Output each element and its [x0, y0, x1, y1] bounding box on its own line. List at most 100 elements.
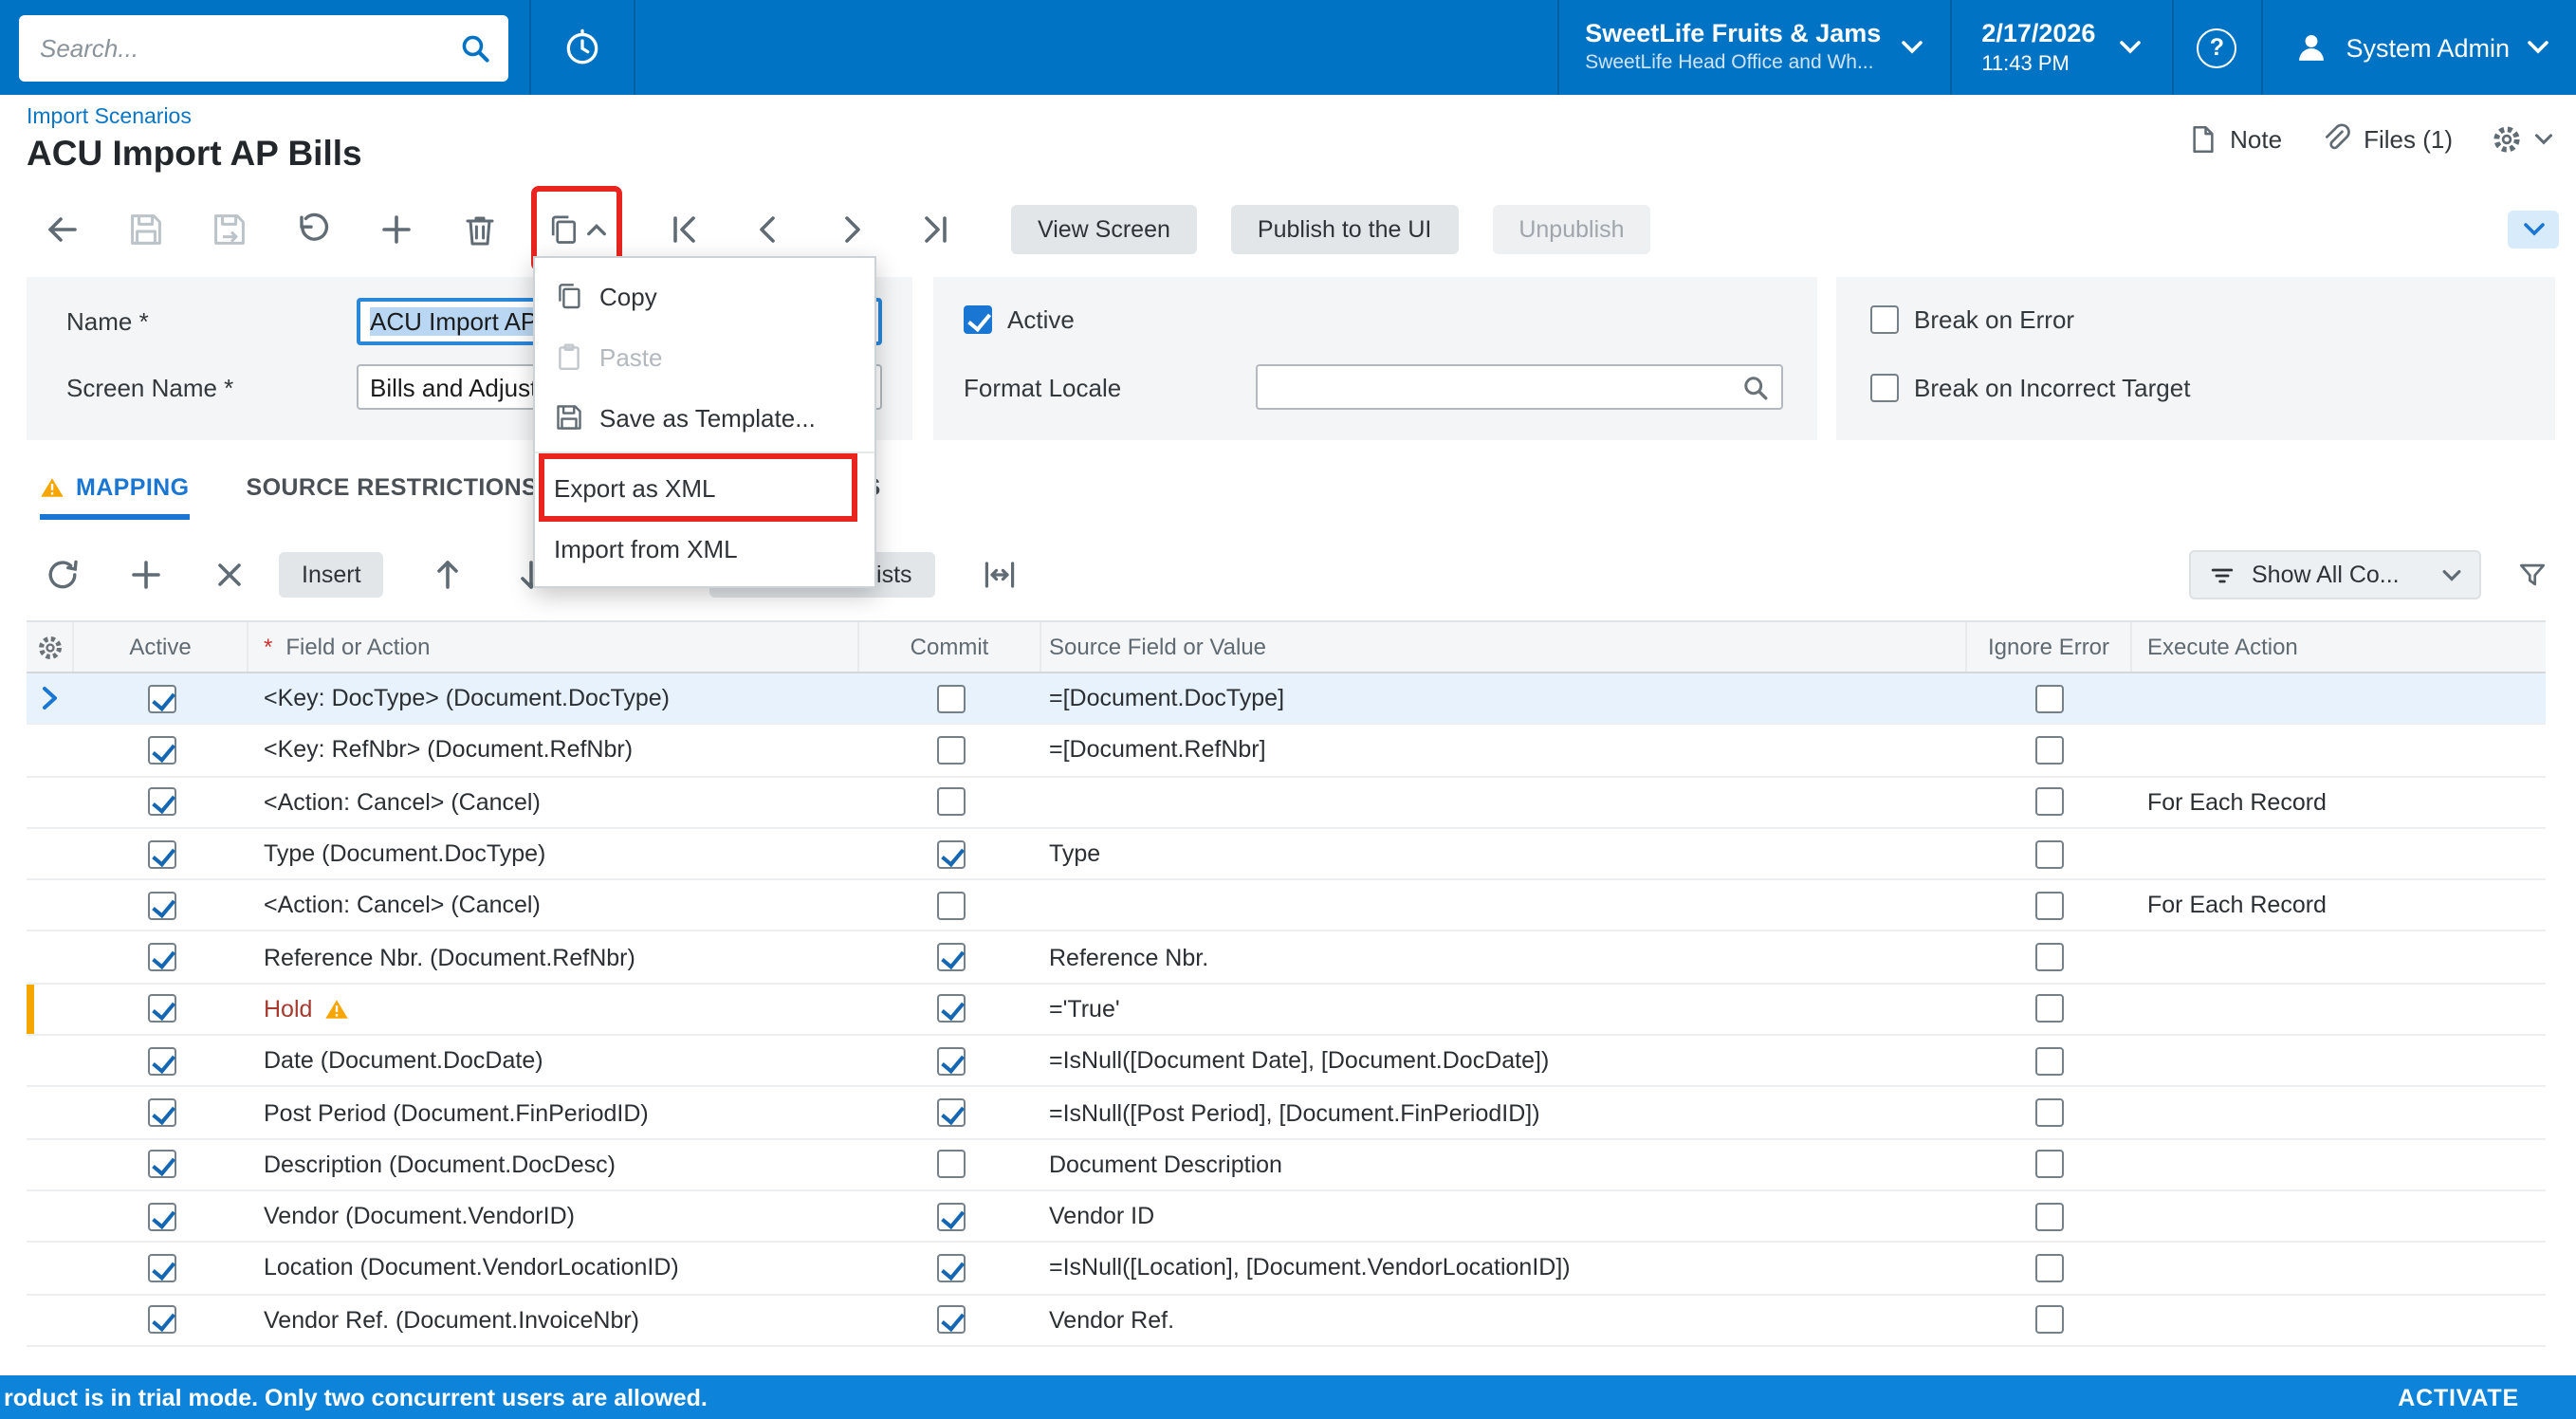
row-active-checkbox[interactable] [147, 1150, 175, 1179]
previous-record-icon[interactable] [749, 211, 787, 249]
cancel-back-icon[interactable] [44, 211, 82, 249]
row-commit-checkbox[interactable] [936, 943, 965, 972]
row-ignore-error-checkbox[interactable] [2035, 787, 2064, 817]
row-ignore-error-checkbox[interactable] [2035, 891, 2064, 920]
search-input[interactable] [36, 31, 459, 64]
menu-item-save-as-template[interactable]: Save as Template... [535, 387, 874, 448]
row-active-checkbox[interactable] [147, 1305, 175, 1335]
add-record-icon[interactable] [377, 211, 415, 249]
row-commit-checkbox[interactable] [936, 1305, 965, 1335]
table-row[interactable]: <Key: DocType> (Document.DocType) =[Docum… [27, 673, 2546, 726]
row-active-checkbox[interactable] [147, 839, 175, 869]
tab-mapping[interactable]: MAPPING [40, 474, 190, 520]
row-ignore-error-checkbox[interactable] [2035, 1202, 2064, 1231]
delete-row-icon[interactable] [211, 556, 248, 594]
row-ignore-error-checkbox[interactable] [2035, 684, 2064, 713]
break-on-incorrect-target-checkbox[interactable] [1870, 374, 1899, 402]
grid-settings-cell[interactable] [27, 622, 74, 672]
row-commit-checkbox[interactable] [936, 839, 965, 869]
row-ignore-error-checkbox[interactable] [2035, 994, 2064, 1023]
delete-record-icon[interactable] [461, 211, 499, 249]
row-commit-checkbox[interactable] [936, 891, 965, 920]
table-row[interactable]: Type (Document.DocType) Type [27, 828, 2546, 881]
global-search[interactable] [19, 14, 508, 81]
menu-item-copy[interactable]: Copy [535, 266, 874, 326]
publish-to-ui-button[interactable]: Publish to the UI [1230, 205, 1459, 254]
screen-settings-button[interactable] [2491, 123, 2553, 156]
row-commit-checkbox[interactable] [936, 1046, 965, 1076]
column-header-active[interactable]: Active [74, 622, 248, 672]
fit-to-screen-icon[interactable] [981, 556, 1019, 594]
row-ignore-error-checkbox[interactable] [2035, 943, 2064, 972]
row-ignore-error-checkbox[interactable] [2035, 839, 2064, 869]
activate-button[interactable]: ACTIVATE [2398, 1384, 2519, 1410]
add-row-icon[interactable] [127, 556, 165, 594]
menu-item-export-as-xml[interactable]: Export as XML [535, 453, 874, 522]
table-row[interactable]: <Action: Cancel> (Cancel) For Each Record [27, 880, 2546, 932]
format-locale-input[interactable] [1256, 364, 1783, 410]
filter-icon[interactable] [2515, 558, 2549, 592]
next-record-icon[interactable] [833, 211, 871, 249]
row-commit-checkbox[interactable] [936, 787, 965, 817]
row-commit-checkbox[interactable] [936, 1098, 965, 1128]
company-selector[interactable]: SweetLife Fruits & Jams SweetLife Head O… [1558, 0, 1949, 95]
row-ignore-error-checkbox[interactable] [2035, 1253, 2064, 1282]
files-button[interactable]: Files (1) [2320, 123, 2453, 156]
table-row[interactable]: <Action: Cancel> (Cancel) For Each Record [27, 777, 2546, 829]
row-commit-checkbox[interactable] [936, 1150, 965, 1179]
table-row[interactable]: Hold ='True' [27, 984, 2546, 1037]
row-ignore-error-checkbox[interactable] [2035, 1046, 2064, 1076]
help-button[interactable]: ? [2173, 0, 2260, 95]
save-icon[interactable] [127, 211, 165, 249]
column-header-execute[interactable]: Execute Action [2132, 622, 2546, 672]
row-active-checkbox[interactable] [147, 1098, 175, 1128]
column-header-field[interactable]: * Field or Action [248, 622, 859, 672]
column-header-commit[interactable]: Commit [859, 622, 1041, 672]
table-row[interactable]: <Key: RefNbr> (Document.RefNbr) =[Documen… [27, 725, 2546, 778]
move-row-up-icon[interactable] [430, 556, 468, 594]
breadcrumb[interactable]: Import Scenarios [27, 106, 192, 129]
row-active-checkbox[interactable] [147, 735, 175, 765]
row-commit-checkbox[interactable] [936, 1253, 965, 1282]
row-active-checkbox[interactable] [147, 1202, 175, 1231]
column-header-ignore[interactable]: Ignore Error [1967, 622, 2132, 672]
table-row[interactable]: Reference Nbr. (Document.RefNbr) Referenc… [27, 931, 2546, 985]
menu-item-paste[interactable]: Paste [535, 326, 874, 387]
business-date-button[interactable] [531, 0, 634, 95]
menu-item-import-from-xml[interactable]: Import from XML [535, 518, 874, 579]
row-commit-checkbox[interactable] [936, 735, 965, 765]
first-record-icon[interactable] [666, 211, 704, 249]
user-menu[interactable]: System Admin [2262, 0, 2576, 95]
clipboard-menu-button[interactable] [531, 186, 622, 271]
table-row[interactable]: Vendor (Document.VendorID) Vendor ID [27, 1190, 2546, 1244]
table-row[interactable]: Vendor Ref. (Document.InvoiceNbr) Vendor … [27, 1295, 2546, 1347]
table-row[interactable]: Description (Document.DocDesc) Document D… [27, 1139, 2546, 1191]
row-active-checkbox[interactable] [147, 943, 175, 972]
last-record-icon[interactable] [916, 211, 954, 249]
table-row[interactable]: Post Period (Document.FinPeriodID) =IsNul… [27, 1087, 2546, 1140]
row-commit-checkbox[interactable] [936, 994, 965, 1023]
row-active-checkbox[interactable] [147, 1253, 175, 1282]
search-icon[interactable] [1741, 373, 1770, 401]
break-on-error-checkbox[interactable] [1870, 305, 1899, 334]
undo-icon[interactable] [294, 211, 332, 249]
row-ignore-error-checkbox[interactable] [2035, 1305, 2064, 1335]
unpublish-button[interactable]: Unpublish [1492, 205, 1651, 254]
row-ignore-error-checkbox[interactable] [2035, 1098, 2064, 1128]
search-icon[interactable] [459, 31, 491, 64]
business-datetime-selector[interactable]: 2/17/2026 11:43 PM [1951, 0, 2171, 95]
row-active-checkbox[interactable] [147, 1046, 175, 1076]
insert-button[interactable]: Insert [279, 552, 384, 598]
view-screen-button[interactable]: View Screen [1011, 205, 1197, 254]
note-button[interactable]: Note [2186, 123, 2282, 156]
row-ignore-error-checkbox[interactable] [2035, 1150, 2064, 1179]
active-checkbox[interactable] [964, 305, 992, 334]
column-filter-dropdown[interactable]: Show All Co... [2189, 550, 2481, 599]
save-close-icon[interactable] [211, 211, 248, 249]
row-active-checkbox[interactable] [147, 994, 175, 1023]
row-active-checkbox[interactable] [147, 787, 175, 817]
row-active-checkbox[interactable] [147, 684, 175, 713]
row-ignore-error-checkbox[interactable] [2035, 735, 2064, 765]
collapse-header-button[interactable] [2508, 211, 2559, 249]
table-row[interactable]: Location (Document.VendorLocationID) =IsN… [27, 1243, 2546, 1296]
